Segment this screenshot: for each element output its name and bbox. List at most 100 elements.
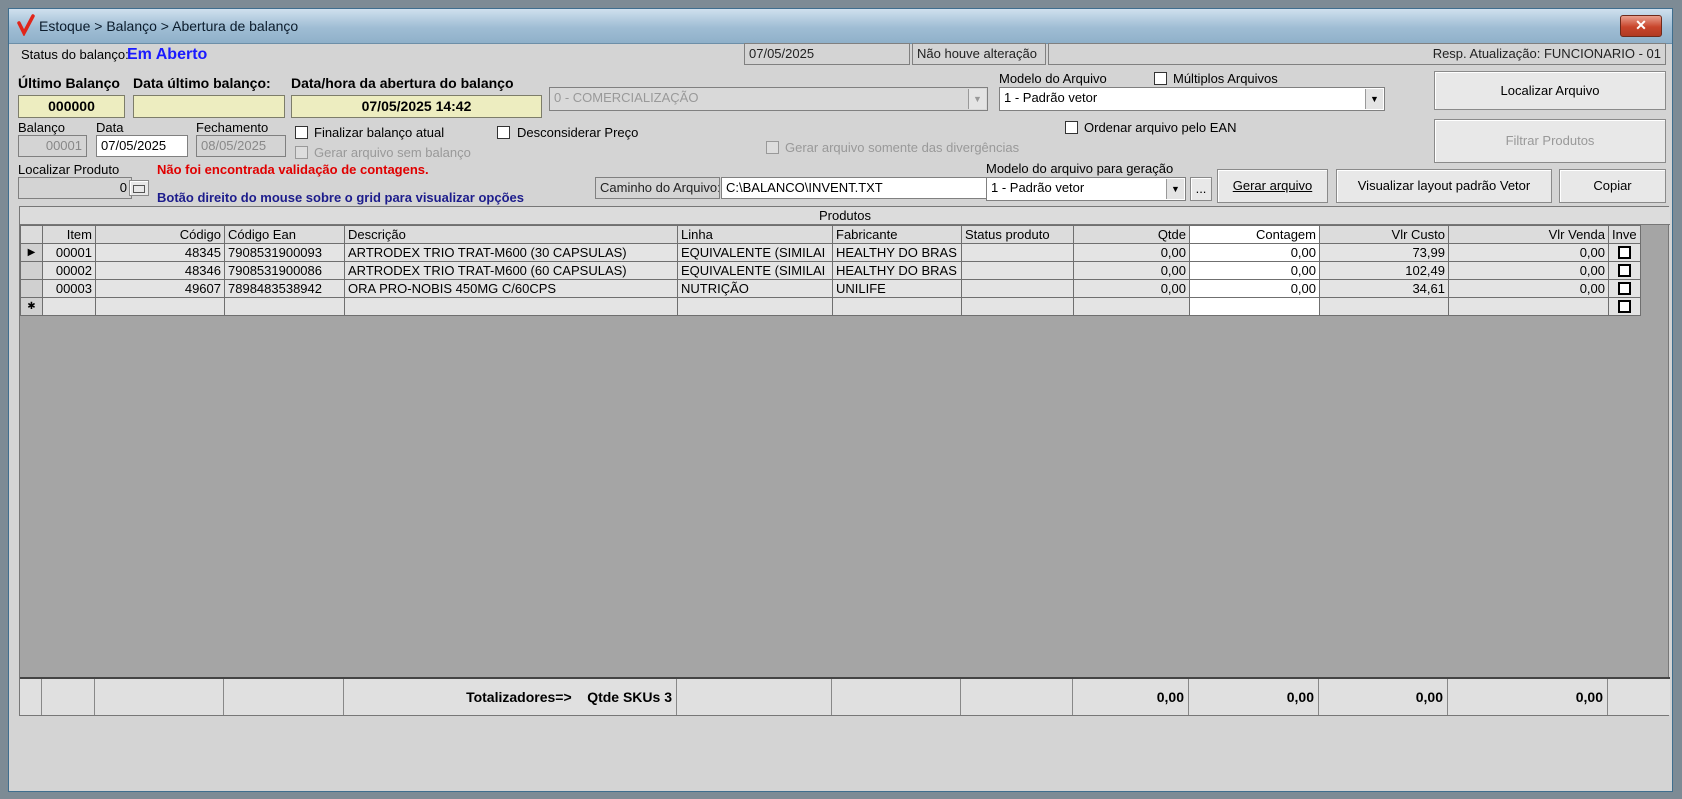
cell-linha[interactable]: NUTRIÇÃO [677, 279, 833, 298]
row-selector[interactable] [20, 279, 43, 298]
cell-linha[interactable] [677, 297, 833, 316]
cell-descricao[interactable] [344, 297, 678, 316]
desconsiderar-preco-checkbox[interactable] [497, 126, 510, 139]
new-row[interactable]: ✱ [20, 297, 1641, 316]
cell-item[interactable]: 00003 [42, 279, 96, 298]
localizar-produto-button[interactable] [129, 180, 149, 196]
cell-item[interactable]: 00001 [42, 243, 96, 262]
cell-qtde[interactable]: 0,00 [1073, 243, 1190, 262]
col-inve[interactable]: Inve [1608, 225, 1641, 244]
modelo-arquivo-select[interactable]: 1 - Padrão vetor ▼ [999, 87, 1385, 111]
produtos-table[interactable]: Item Código Código Ean Descrição Linha F… [20, 225, 1641, 316]
cell-venda[interactable]: 0,00 [1448, 279, 1609, 298]
cell-inve[interactable] [1608, 261, 1641, 280]
cell-codigo[interactable]: 49607 [95, 279, 225, 298]
cell-status[interactable] [961, 297, 1074, 316]
cell-descricao[interactable]: ARTRODEX TRIO TRAT-M600 (30 CAPSULAS) [344, 243, 678, 262]
col-vlr-custo[interactable]: Vlr Custo [1319, 225, 1449, 244]
cell-contagem[interactable] [1189, 297, 1320, 316]
totals-empty [961, 679, 1073, 715]
data-field[interactable]: 07/05/2025 [96, 135, 188, 157]
col-contagem[interactable]: Contagem [1189, 225, 1320, 244]
col-item[interactable]: Item [42, 225, 96, 244]
cell-custo[interactable]: 73,99 [1319, 243, 1449, 262]
inve-checkbox[interactable] [1618, 246, 1631, 259]
cell-qtde[interactable]: 0,00 [1073, 261, 1190, 280]
inve-checkbox[interactable] [1618, 282, 1631, 295]
modelo-geracao-select[interactable]: 1 - Padrão vetor ▼ [986, 177, 1186, 201]
col-status-produto[interactable]: Status produto [961, 225, 1074, 244]
cell-fabricante[interactable]: UNILIFE [832, 279, 962, 298]
cell-status[interactable] [961, 279, 1074, 298]
row-selector[interactable] [20, 261, 43, 280]
cell-contagem[interactable]: 0,00 [1189, 261, 1320, 280]
cell-fabricante[interactable]: HEALTHY DO BRAS [832, 261, 962, 280]
cell-contagem[interactable]: 0,00 [1189, 243, 1320, 262]
table-row[interactable]: 00003 49607 7898483538942 ORA PRO-NOBIS … [20, 279, 1641, 298]
fechamento-field: 08/05/2025 [196, 135, 286, 157]
localizar-produto-field[interactable]: 0 [18, 177, 132, 199]
cell-descricao[interactable]: ARTRODEX TRIO TRAT-M600 (60 CAPSULAS) [344, 261, 678, 280]
change-status-field: Não houve alteração [912, 43, 1046, 65]
grid-header-row: Item Código Código Ean Descrição Linha F… [20, 225, 1641, 244]
filtrar-produtos-button[interactable]: Filtrar Produtos [1434, 119, 1666, 163]
cell-ean[interactable]: 7908531900093 [224, 243, 345, 262]
inve-checkbox[interactable] [1618, 264, 1631, 277]
close-button[interactable]: ✕ [1620, 15, 1662, 37]
cell-linha[interactable]: EQUIVALENTE (SIMILAI [677, 243, 833, 262]
gerar-arquivo-button[interactable]: Gerar arquivo [1217, 169, 1328, 203]
col-fabricante[interactable]: Fabricante [832, 225, 962, 244]
cell-status[interactable] [961, 261, 1074, 280]
cell-codigo[interactable]: 48346 [95, 261, 225, 280]
cell-qtde[interactable] [1073, 297, 1190, 316]
col-qtde[interactable]: Qtde [1073, 225, 1190, 244]
status-date-field: 07/05/2025 [744, 43, 910, 65]
cell-codigo[interactable] [95, 297, 225, 316]
cell-custo[interactable] [1319, 297, 1449, 316]
col-linha[interactable]: Linha [677, 225, 833, 244]
cell-codigo[interactable]: 48345 [95, 243, 225, 262]
gerar-divergencias-checkbox[interactable] [766, 141, 779, 154]
cell-ean[interactable]: 7908531900086 [224, 261, 345, 280]
table-row[interactable]: 00002 48346 7908531900086 ARTRODEX TRIO … [20, 261, 1641, 280]
cell-status[interactable] [961, 243, 1074, 262]
cell-venda[interactable]: 0,00 [1448, 243, 1609, 262]
visualizar-layout-button[interactable]: Visualizar layout padrão Vetor [1336, 169, 1552, 203]
col-vlr-venda[interactable]: Vlr Venda [1448, 225, 1609, 244]
cell-fabricante[interactable]: HEALTHY DO BRAS [832, 243, 962, 262]
cell-inve[interactable] [1608, 279, 1641, 298]
finalizar-balanco-checkbox[interactable] [295, 126, 308, 139]
ultimo-balanco-field: 000000 [18, 95, 125, 118]
cell-qtde[interactable]: 0,00 [1073, 279, 1190, 298]
cell-venda[interactable]: 0,00 [1448, 261, 1609, 280]
caminho-arquivo-field[interactable]: C:\BALANCO\INVENT.TXT [721, 177, 989, 199]
localizar-produto-label: Localizar Produto [18, 162, 120, 177]
cell-fabricante[interactable] [832, 297, 962, 316]
col-descricao[interactable]: Descrição [344, 225, 678, 244]
produtos-grid[interactable]: Produtos Item Código Código Ean Descriçã… [19, 206, 1670, 716]
inve-checkbox[interactable] [1618, 300, 1631, 313]
cell-descricao[interactable]: ORA PRO-NOBIS 450MG C/60CPS [344, 279, 678, 298]
small-button-icon [133, 185, 145, 193]
cell-custo[interactable]: 102,49 [1319, 261, 1449, 280]
cell-venda[interactable] [1448, 297, 1609, 316]
col-codigo-ean[interactable]: Código Ean [224, 225, 345, 244]
cell-inve[interactable] [1608, 243, 1641, 262]
cell-ean[interactable] [224, 297, 345, 316]
cell-item[interactable]: 00002 [42, 261, 96, 280]
gerar-sem-balanco-checkbox[interactable] [295, 146, 308, 159]
cell-contagem[interactable]: 0,00 [1189, 279, 1320, 298]
ordenar-ean-checkbox[interactable] [1065, 121, 1078, 134]
cell-item[interactable] [42, 297, 96, 316]
cell-linha[interactable]: EQUIVALENTE (SIMILAI [677, 261, 833, 280]
localizar-arquivo-button[interactable]: Localizar Arquivo [1434, 71, 1666, 110]
copiar-button[interactable]: Copiar [1559, 169, 1666, 203]
gerar-divergencias-label: Gerar arquivo somente das divergências [785, 140, 1020, 155]
cell-ean[interactable]: 7898483538942 [224, 279, 345, 298]
table-row[interactable]: ▶ 00001 48345 7908531900093 ARTRODEX TRI… [20, 243, 1641, 262]
cell-inve[interactable] [1608, 297, 1641, 316]
col-codigo[interactable]: Código [95, 225, 225, 244]
browse-button[interactable]: ... [1190, 177, 1212, 201]
cell-custo[interactable]: 34,61 [1319, 279, 1449, 298]
multiplos-arquivos-checkbox[interactable] [1154, 72, 1167, 85]
